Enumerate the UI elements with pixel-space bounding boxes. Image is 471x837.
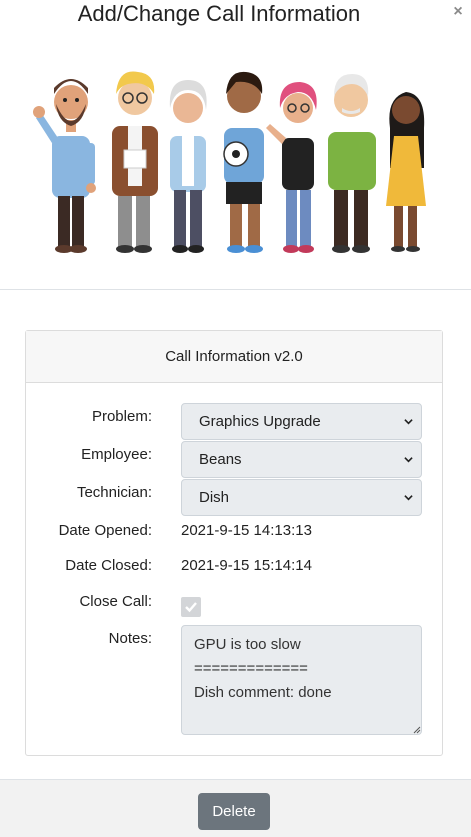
date-opened-label: Date Opened: bbox=[58, 522, 152, 539]
modal-title: Add/Change Call Information bbox=[77, 1, 361, 26]
resize-handle-icon[interactable] bbox=[413, 726, 421, 734]
date-opened-value: 2021-9-15 14:13:13 bbox=[181, 522, 312, 539]
problem-label: Problem: bbox=[91, 408, 152, 425]
call-info-card: Call Information v2.0 Problem: Graphics … bbox=[25, 330, 443, 756]
person-pink-hair-woman bbox=[266, 82, 317, 253]
people-illustration bbox=[33, 71, 426, 253]
employee-select[interactable]: Beans bbox=[181, 441, 422, 478]
card-header: Call Information v2.0 bbox=[26, 331, 442, 383]
notes-label: Notes: bbox=[108, 630, 152, 647]
problem-select-value: Graphics Upgrade bbox=[199, 413, 321, 430]
close-call-checkbox[interactable] bbox=[181, 597, 201, 617]
person-older-woman bbox=[169, 80, 207, 253]
employee-select-value: Beans bbox=[199, 451, 242, 468]
modal-footer: Delete bbox=[0, 780, 471, 837]
close-call-label: Close Call: bbox=[79, 593, 152, 610]
close-icon[interactable]: × bbox=[449, 3, 467, 21]
chevron-down-icon bbox=[404, 419, 413, 425]
problem-select[interactable]: Graphics Upgrade bbox=[181, 403, 422, 440]
employee-label: Employee: bbox=[81, 446, 152, 463]
date-closed-label: Date Closed: bbox=[65, 557, 152, 574]
person-bearded-man bbox=[33, 79, 96, 253]
delete-button[interactable]: Delete bbox=[198, 793, 270, 830]
notes-textarea[interactable]: GPU is too slow ============= Dish comme… bbox=[181, 625, 422, 735]
person-soccer-player bbox=[223, 71, 264, 253]
date-closed-value: 2021-9-15 15:14:14 bbox=[181, 557, 312, 574]
technician-select-value: Dish bbox=[199, 489, 230, 506]
header-divider bbox=[0, 289, 471, 290]
person-blonde-man bbox=[112, 71, 158, 253]
person-yellow-dress-woman bbox=[386, 92, 426, 252]
chevron-down-icon bbox=[404, 457, 413, 463]
person-older-man bbox=[328, 74, 376, 253]
technician-label: Technician: bbox=[76, 484, 152, 501]
modal-header: Add/Change Call Information × bbox=[0, 0, 471, 32]
technician-select[interactable]: Dish bbox=[181, 479, 422, 516]
checkmark-icon bbox=[185, 602, 197, 613]
chevron-down-icon bbox=[404, 495, 413, 501]
